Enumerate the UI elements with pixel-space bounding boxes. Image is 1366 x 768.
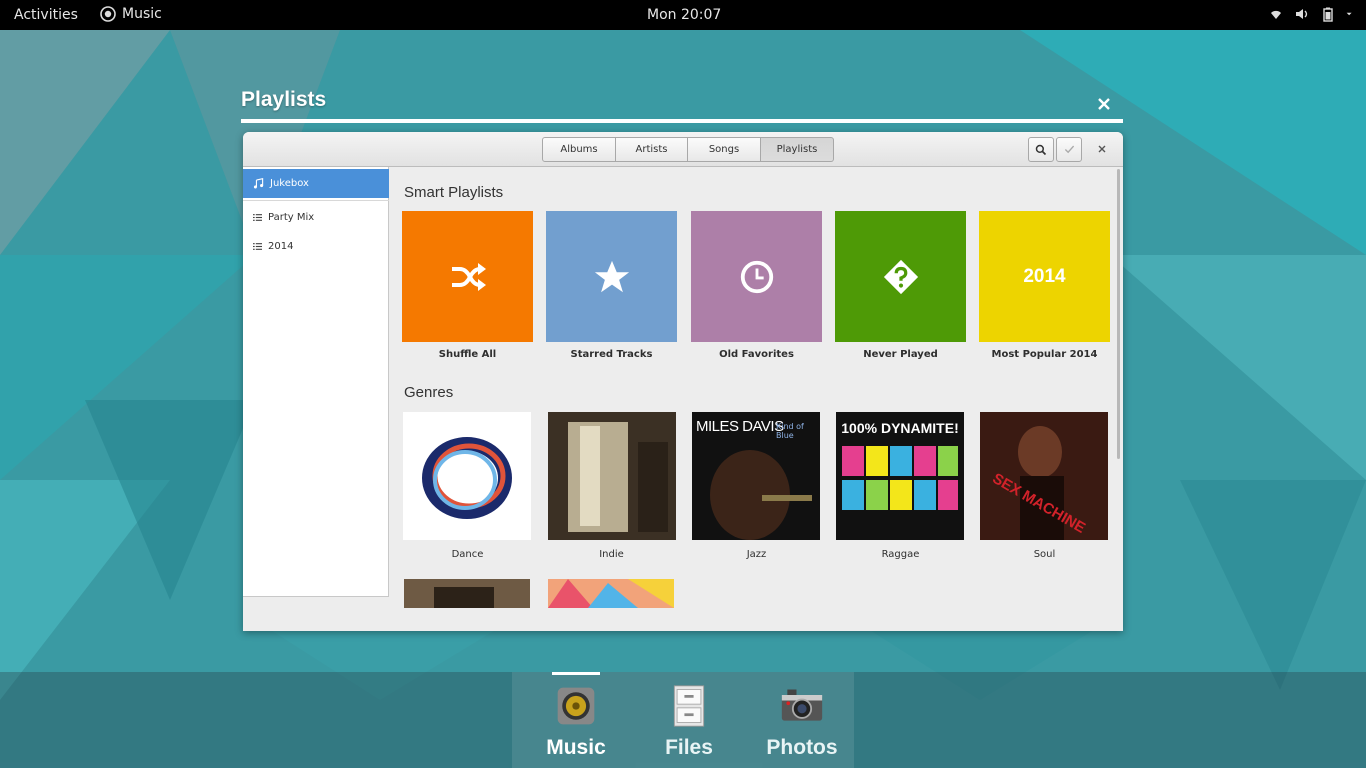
tab-playlists[interactable]: Playlists [761,137,834,162]
partial-cover-art [548,579,674,608]
tile-label: Most Popular 2014 [991,349,1098,360]
window-close-icon[interactable] [1096,143,1108,155]
check-icon [1064,145,1074,154]
sidebar-item-label: Jukebox [270,178,309,189]
genre-indie-cover[interactable] [548,412,676,540]
smart-playlist-shuffle-all[interactable] [402,211,533,342]
tile-label: Jazz [746,549,767,560]
tab-artists[interactable]: Artists [616,137,688,162]
tab-albums[interactable]: Albums [542,137,616,162]
clock-icon [740,260,773,293]
dock-app-label: Music [546,736,606,759]
overview-close-icon[interactable] [1096,96,1112,112]
chevron-down-icon [1346,12,1352,16]
activities-button[interactable]: Activities [14,7,78,23]
header-bar: Albums Artists Songs Playlists [243,132,1123,167]
search-button[interactable] [1028,137,1054,162]
tile-label: Shuffle All [438,349,497,360]
window-overview-title: Playlists [241,88,327,111]
tile-label: Indie [599,549,624,560]
genre-raggae-cover[interactable]: 100% DYNAMITE! [836,412,964,540]
smart-playlist-most-popular-2014[interactable]: 2014 [979,211,1110,342]
view-switcher: Albums Artists Songs Playlists [542,137,834,162]
dance-cover-art [422,437,512,519]
jazz-cover-art [710,450,812,540]
dock-app-files[interactable]: Files [644,684,734,760]
music-window: Albums Artists Songs Playlists Jukebox P… [243,132,1123,631]
top-bar: Activities Music Mon 20:07 [0,0,1366,30]
cover-title-text: 100% DYNAMITE! [841,420,959,436]
playlist-sidebar: Jukebox Party Mix 2014 [243,167,389,597]
smart-playlist-old-favorites[interactable] [691,211,822,342]
music-note-icon [253,178,264,189]
sidebar-separator [243,200,389,201]
dock-app-label: Files [665,736,713,759]
tile-year-text: 2014 [1023,265,1066,287]
cover-artist-text: MILES DAVIS [696,418,784,435]
status-area[interactable] [1268,6,1356,22]
list-icon [253,214,262,221]
music-app-icon [100,6,116,22]
tile-label: Starred Tracks [570,349,653,360]
tile-label: Soul [1033,549,1056,560]
battery-icon [1323,7,1333,22]
playlist-content: Smart Playlists Shuffle All Starred Trac… [390,167,1123,631]
genre-soul-cover[interactable]: SEX MACHINE [980,412,1108,540]
app-menu[interactable]: Music [100,6,162,22]
sidebar-item-label: Party Mix [268,212,315,223]
tile-label: Raggae [881,549,920,560]
app-menu-label: Music [122,6,162,22]
question-icon [883,259,918,294]
dock-app-music[interactable]: Music [531,684,621,760]
genres-heading: Genres [404,384,454,401]
wifi-icon [1271,10,1281,19]
tile-label: Old Favorites [719,349,794,360]
dock-app-label: Photos [766,736,838,759]
tab-songs[interactable]: Songs [688,137,761,162]
shuffle-icon [451,262,486,291]
dock-active-indicator [552,672,600,675]
indie-cover-art [548,412,676,540]
clock[interactable]: Mon 20:07 [647,7,721,23]
partial-album-cover[interactable] [404,579,530,608]
volume-icon [1296,9,1308,19]
list-icon [253,243,262,250]
partial-cover-art [404,579,530,608]
genre-dance-cover[interactable] [403,412,531,540]
sidebar-item-2014[interactable]: 2014 [243,232,389,261]
smart-playlist-starred-tracks[interactable] [546,211,677,342]
smart-playlists-heading: Smart Playlists [404,184,504,201]
genre-jazz-cover[interactable]: MILES DAVIS Kind of Blue [692,412,820,540]
dock-app-photos[interactable]: Photos [757,684,847,760]
file-cabinet-icon [673,685,705,727]
smart-playlist-never-played[interactable] [835,211,966,342]
content-scrollbar[interactable] [1117,169,1120,459]
sidebar-item-label: 2014 [268,241,294,252]
tile-label: Dance [451,549,484,560]
star-icon [594,260,629,292]
partial-album-cover[interactable] [548,579,674,608]
camera-icon [781,689,823,721]
sidebar-item-jukebox[interactable]: Jukebox [243,169,389,198]
speaker-icon [557,687,595,725]
window-title-underline [241,119,1123,123]
tile-label: Never Played [863,349,938,360]
raggae-cover-art [842,446,958,510]
cover-title-text: Kind of Blue [776,422,804,440]
search-icon [1035,144,1047,155]
select-button[interactable] [1056,137,1082,162]
sidebar-item-party-mix[interactable]: Party Mix [243,203,389,232]
